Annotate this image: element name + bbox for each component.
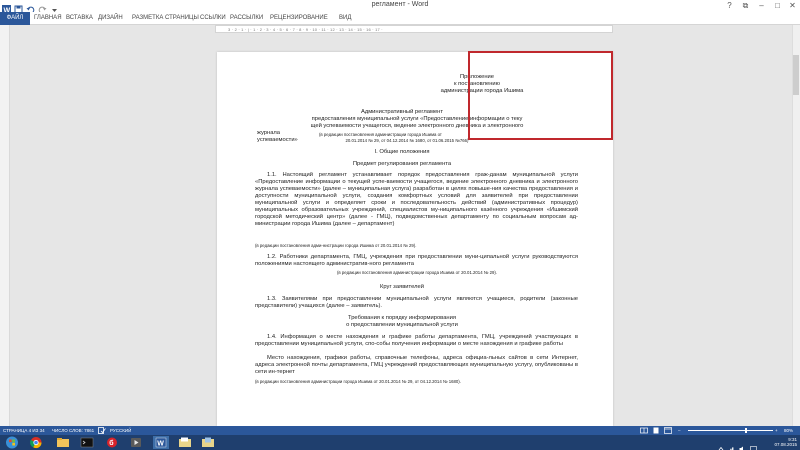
ribbon-display-options-button[interactable]: ⧉	[738, 0, 753, 12]
zoom-slider[interactable]	[688, 430, 773, 431]
keyboard-layout-icon[interactable]	[750, 439, 757, 450]
svg-text:б: б	[109, 439, 114, 447]
vertical-ruler[interactable]	[0, 25, 10, 426]
command-prompt-icon[interactable]	[79, 436, 95, 449]
pictures-folder-icon[interactable]	[200, 436, 216, 449]
ribbon-tabs: ФАЙЛ ГЛАВНАЯ ВСТАВКА ДИЗАЙН РАЗМЕТКА СТР…	[0, 12, 800, 25]
network-icon[interactable]	[728, 439, 735, 450]
tab-review[interactable]: РЕЦЕНЗИРОВАНИЕ	[270, 12, 328, 25]
status-bar: СТРАНИЦА 4 ИЗ 34 ЧИСЛО СЛОВ: 7861 РУССКИ…	[0, 426, 800, 435]
system-clock[interactable]: 9:31 07.08.2015	[765, 437, 797, 447]
zoom-out-button[interactable]: –	[678, 426, 681, 435]
page-counter[interactable]: СТРАНИЦА 4 ИЗ 34	[3, 426, 45, 435]
paragraph-location: Место нахождения, графики работы, справо…	[255, 355, 578, 375]
tray-arrow-icon[interactable]	[718, 439, 724, 450]
tab-home[interactable]: ГЛАВНАЯ	[34, 12, 62, 25]
zoom-in-button[interactable]: +	[775, 426, 778, 435]
info-requirements-heading: Требования к порядку информирования	[347, 315, 456, 321]
paragraph-1-1-note: (в редакции постановления адми-нистрации…	[255, 243, 417, 248]
subject-heading: Предмет регулирования регламента	[352, 161, 452, 167]
word-count[interactable]: ЧИСЛО СЛОВ: 7861	[52, 426, 94, 435]
antivirus-icon[interactable]: б	[104, 436, 120, 449]
help-button[interactable]: ?	[722, 0, 737, 12]
paragraph-1-2: 1.2. Работники департамента, ГМЦ, учрежд…	[255, 254, 578, 267]
documents-folder-icon[interactable]	[177, 436, 193, 449]
minimize-button[interactable]: –	[754, 0, 769, 12]
clock-date: 07.08.2015	[774, 442, 797, 447]
svg-text:W: W	[157, 441, 164, 448]
vertical-scrollbar[interactable]	[792, 25, 800, 426]
scrollbar-thumb[interactable]	[793, 55, 799, 95]
language-indicator[interactable]: РУССКИЙ	[110, 426, 131, 435]
annotation-highlight-box	[468, 51, 613, 140]
maximize-button[interactable]: □	[770, 0, 785, 12]
chrome-icon[interactable]	[28, 436, 44, 449]
zoom-slider-handle[interactable]	[745, 428, 747, 433]
media-player-icon[interactable]	[128, 436, 144, 449]
start-button[interactable]	[4, 436, 20, 449]
paragraph-1-2-note: (в редакции постановления администрации …	[337, 270, 497, 275]
paragraph-location-note: (в редакции постановления администрации …	[255, 379, 461, 384]
web-layout-icon[interactable]	[664, 426, 672, 435]
read-mode-icon[interactable]	[640, 426, 648, 435]
paragraph-1-3: 1.3. Заявителями при предоставлении муни…	[255, 296, 578, 309]
paragraph-1-1: 1.1. Настоящий регламент устанавливает п…	[255, 172, 578, 227]
tab-page-layout[interactable]: РАЗМЕТКА СТРАНИЦЫ	[132, 12, 199, 25]
print-layout-icon[interactable]	[652, 426, 660, 435]
section-general-heading: I. Общие положения	[374, 149, 430, 155]
applicants-heading: Круг заявителей	[380, 284, 424, 290]
document-workspace: 3 · 2 · 1 · | · 1 · 2 · 3 · 4 · 5 · 6 · …	[0, 25, 800, 426]
info-requirements-heading-2: о предоставлении муниципальной услуги	[346, 322, 458, 328]
tab-references[interactable]: ССЫЛКИ	[200, 12, 226, 25]
proofing-icon[interactable]	[98, 426, 106, 435]
file-explorer-icon[interactable]	[55, 436, 71, 449]
tab-view[interactable]: ВИД	[339, 12, 351, 25]
zoom-level[interactable]: 80%	[784, 426, 793, 435]
tab-mailings[interactable]: РАССЫЛКИ	[230, 12, 263, 25]
tab-file[interactable]: ФАЙЛ	[0, 12, 30, 25]
close-button[interactable]: ✕	[785, 0, 800, 12]
volume-icon[interactable]	[739, 439, 746, 450]
windows-taskbar: б W 9:31 07.08.2015	[0, 435, 800, 450]
tab-insert[interactable]: ВСТАВКА	[66, 12, 93, 25]
window-title: регламент - Word	[371, 1, 429, 8]
title-bar: W регламент - Word ? ⧉ – □ ✕	[0, 0, 800, 15]
tab-design[interactable]: ДИЗАЙН	[98, 12, 123, 25]
horizontal-ruler[interactable]: 3 · 2 · 1 · | · 1 · 2 · 3 · 4 · 5 · 6 · …	[215, 25, 613, 33]
paragraph-1-4: 1.4. Информация о месте нахождения и гра…	[255, 334, 578, 347]
word-taskbar-icon[interactable]: W	[153, 436, 169, 449]
